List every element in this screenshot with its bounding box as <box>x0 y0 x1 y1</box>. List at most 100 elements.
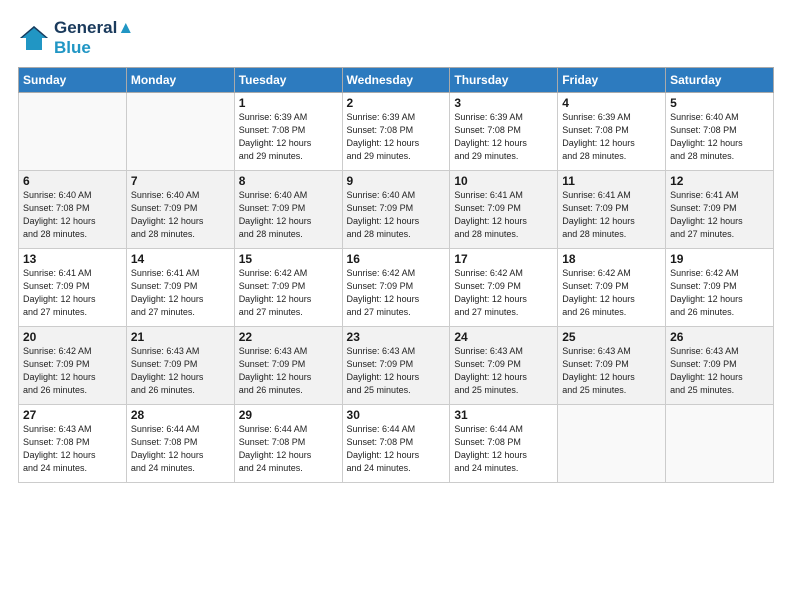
day-number: 18 <box>562 252 661 266</box>
day-info: Sunrise: 6:42 AM Sunset: 7:09 PM Dayligh… <box>239 267 338 319</box>
calendar-cell: 27Sunrise: 6:43 AM Sunset: 7:08 PM Dayli… <box>19 404 127 482</box>
logo: General▲ Blue <box>18 18 134 59</box>
day-info: Sunrise: 6:39 AM Sunset: 7:08 PM Dayligh… <box>347 111 446 163</box>
weekday-header-saturday: Saturday <box>666 67 774 92</box>
day-number: 19 <box>670 252 769 266</box>
day-info: Sunrise: 6:43 AM Sunset: 7:09 PM Dayligh… <box>562 345 661 397</box>
calendar-cell <box>19 92 127 170</box>
day-info: Sunrise: 6:41 AM Sunset: 7:09 PM Dayligh… <box>454 189 553 241</box>
calendar-cell: 26Sunrise: 6:43 AM Sunset: 7:09 PM Dayli… <box>666 326 774 404</box>
calendar-cell: 17Sunrise: 6:42 AM Sunset: 7:09 PM Dayli… <box>450 248 558 326</box>
day-info: Sunrise: 6:44 AM Sunset: 7:08 PM Dayligh… <box>454 423 553 475</box>
day-info: Sunrise: 6:43 AM Sunset: 7:09 PM Dayligh… <box>670 345 769 397</box>
day-number: 6 <box>23 174 122 188</box>
day-number: 5 <box>670 96 769 110</box>
day-info: Sunrise: 6:44 AM Sunset: 7:08 PM Dayligh… <box>347 423 446 475</box>
day-info: Sunrise: 6:40 AM Sunset: 7:08 PM Dayligh… <box>23 189 122 241</box>
weekday-header-sunday: Sunday <box>19 67 127 92</box>
weekday-header-row: SundayMondayTuesdayWednesdayThursdayFrid… <box>19 67 774 92</box>
day-info: Sunrise: 6:42 AM Sunset: 7:09 PM Dayligh… <box>562 267 661 319</box>
day-number: 26 <box>670 330 769 344</box>
logo-text: General▲ Blue <box>54 18 134 59</box>
day-number: 22 <box>239 330 338 344</box>
calendar-cell: 19Sunrise: 6:42 AM Sunset: 7:09 PM Dayli… <box>666 248 774 326</box>
day-info: Sunrise: 6:40 AM Sunset: 7:09 PM Dayligh… <box>347 189 446 241</box>
calendar-cell: 3Sunrise: 6:39 AM Sunset: 7:08 PM Daylig… <box>450 92 558 170</box>
day-info: Sunrise: 6:39 AM Sunset: 7:08 PM Dayligh… <box>454 111 553 163</box>
header: General▲ Blue <box>18 18 774 59</box>
calendar-cell: 9Sunrise: 6:40 AM Sunset: 7:09 PM Daylig… <box>342 170 450 248</box>
calendar-table: SundayMondayTuesdayWednesdayThursdayFrid… <box>18 67 774 483</box>
calendar-cell: 21Sunrise: 6:43 AM Sunset: 7:09 PM Dayli… <box>126 326 234 404</box>
calendar-cell: 6Sunrise: 6:40 AM Sunset: 7:08 PM Daylig… <box>19 170 127 248</box>
calendar-cell: 12Sunrise: 6:41 AM Sunset: 7:09 PM Dayli… <box>666 170 774 248</box>
calendar-cell: 25Sunrise: 6:43 AM Sunset: 7:09 PM Dayli… <box>558 326 666 404</box>
calendar-cell <box>558 404 666 482</box>
calendar-cell: 15Sunrise: 6:42 AM Sunset: 7:09 PM Dayli… <box>234 248 342 326</box>
calendar-cell: 23Sunrise: 6:43 AM Sunset: 7:09 PM Dayli… <box>342 326 450 404</box>
day-number: 13 <box>23 252 122 266</box>
day-info: Sunrise: 6:42 AM Sunset: 7:09 PM Dayligh… <box>670 267 769 319</box>
day-info: Sunrise: 6:42 AM Sunset: 7:09 PM Dayligh… <box>454 267 553 319</box>
weekday-header-thursday: Thursday <box>450 67 558 92</box>
calendar-cell: 4Sunrise: 6:39 AM Sunset: 7:08 PM Daylig… <box>558 92 666 170</box>
day-info: Sunrise: 6:40 AM Sunset: 7:09 PM Dayligh… <box>131 189 230 241</box>
day-info: Sunrise: 6:40 AM Sunset: 7:08 PM Dayligh… <box>670 111 769 163</box>
day-info: Sunrise: 6:42 AM Sunset: 7:09 PM Dayligh… <box>347 267 446 319</box>
calendar-cell: 31Sunrise: 6:44 AM Sunset: 7:08 PM Dayli… <box>450 404 558 482</box>
day-number: 15 <box>239 252 338 266</box>
day-number: 20 <box>23 330 122 344</box>
day-info: Sunrise: 6:43 AM Sunset: 7:09 PM Dayligh… <box>347 345 446 397</box>
day-info: Sunrise: 6:39 AM Sunset: 7:08 PM Dayligh… <box>239 111 338 163</box>
weekday-header-monday: Monday <box>126 67 234 92</box>
day-number: 1 <box>239 96 338 110</box>
weekday-header-wednesday: Wednesday <box>342 67 450 92</box>
day-info: Sunrise: 6:43 AM Sunset: 7:09 PM Dayligh… <box>239 345 338 397</box>
day-info: Sunrise: 6:43 AM Sunset: 7:08 PM Dayligh… <box>23 423 122 475</box>
day-info: Sunrise: 6:43 AM Sunset: 7:09 PM Dayligh… <box>131 345 230 397</box>
calendar-cell: 13Sunrise: 6:41 AM Sunset: 7:09 PM Dayli… <box>19 248 127 326</box>
day-info: Sunrise: 6:41 AM Sunset: 7:09 PM Dayligh… <box>670 189 769 241</box>
day-number: 4 <box>562 96 661 110</box>
weekday-header-tuesday: Tuesday <box>234 67 342 92</box>
day-number: 21 <box>131 330 230 344</box>
calendar-cell: 22Sunrise: 6:43 AM Sunset: 7:09 PM Dayli… <box>234 326 342 404</box>
day-info: Sunrise: 6:41 AM Sunset: 7:09 PM Dayligh… <box>131 267 230 319</box>
calendar-week-row: 13Sunrise: 6:41 AM Sunset: 7:09 PM Dayli… <box>19 248 774 326</box>
day-info: Sunrise: 6:39 AM Sunset: 7:08 PM Dayligh… <box>562 111 661 163</box>
calendar-cell: 1Sunrise: 6:39 AM Sunset: 7:08 PM Daylig… <box>234 92 342 170</box>
calendar-week-row: 1Sunrise: 6:39 AM Sunset: 7:08 PM Daylig… <box>19 92 774 170</box>
calendar-cell: 5Sunrise: 6:40 AM Sunset: 7:08 PM Daylig… <box>666 92 774 170</box>
day-number: 17 <box>454 252 553 266</box>
day-info: Sunrise: 6:41 AM Sunset: 7:09 PM Dayligh… <box>23 267 122 319</box>
day-number: 29 <box>239 408 338 422</box>
day-number: 27 <box>23 408 122 422</box>
calendar-cell <box>666 404 774 482</box>
day-number: 9 <box>347 174 446 188</box>
day-number: 16 <box>347 252 446 266</box>
day-info: Sunrise: 6:42 AM Sunset: 7:09 PM Dayligh… <box>23 345 122 397</box>
day-info: Sunrise: 6:44 AM Sunset: 7:08 PM Dayligh… <box>239 423 338 475</box>
calendar-cell: 2Sunrise: 6:39 AM Sunset: 7:08 PM Daylig… <box>342 92 450 170</box>
day-number: 3 <box>454 96 553 110</box>
day-number: 11 <box>562 174 661 188</box>
calendar-week-row: 27Sunrise: 6:43 AM Sunset: 7:08 PM Dayli… <box>19 404 774 482</box>
calendar-cell: 30Sunrise: 6:44 AM Sunset: 7:08 PM Dayli… <box>342 404 450 482</box>
day-info: Sunrise: 6:43 AM Sunset: 7:09 PM Dayligh… <box>454 345 553 397</box>
day-number: 2 <box>347 96 446 110</box>
day-number: 24 <box>454 330 553 344</box>
page: General▲ Blue SundayMondayTuesdayWednesd… <box>0 0 792 612</box>
calendar-cell: 7Sunrise: 6:40 AM Sunset: 7:09 PM Daylig… <box>126 170 234 248</box>
calendar-cell: 24Sunrise: 6:43 AM Sunset: 7:09 PM Dayli… <box>450 326 558 404</box>
day-number: 12 <box>670 174 769 188</box>
logo-icon <box>18 24 50 52</box>
day-number: 14 <box>131 252 230 266</box>
calendar-week-row: 6Sunrise: 6:40 AM Sunset: 7:08 PM Daylig… <box>19 170 774 248</box>
day-number: 7 <box>131 174 230 188</box>
day-number: 10 <box>454 174 553 188</box>
calendar-cell: 28Sunrise: 6:44 AM Sunset: 7:08 PM Dayli… <box>126 404 234 482</box>
day-number: 28 <box>131 408 230 422</box>
day-number: 25 <box>562 330 661 344</box>
day-info: Sunrise: 6:41 AM Sunset: 7:09 PM Dayligh… <box>562 189 661 241</box>
calendar-cell: 29Sunrise: 6:44 AM Sunset: 7:08 PM Dayli… <box>234 404 342 482</box>
